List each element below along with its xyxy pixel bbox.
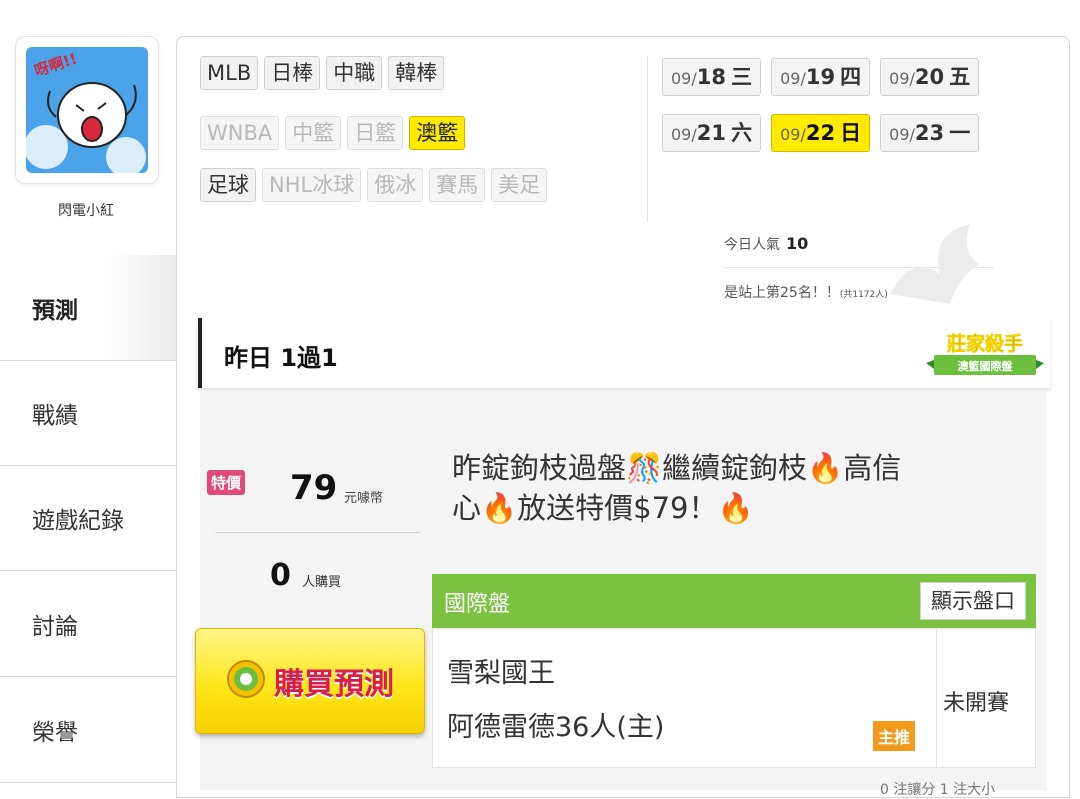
handicap-title: 國際盤 xyxy=(444,592,511,617)
match-row: 雪梨國王 阿德雷德36人(主) 主推 未開賽 xyxy=(432,628,1036,768)
user-name: 閃電小紅 xyxy=(58,203,114,219)
filter-divider xyxy=(647,56,648,222)
sidebar-item-predict[interactable]: 預測 xyxy=(0,255,178,361)
league-khl[interactable]: 俄冰 xyxy=(367,168,424,202)
sidebar-item-honor[interactable]: 榮譽 xyxy=(0,677,178,783)
popularity-today: 今日人氣 10 xyxy=(724,234,809,253)
yesterday-text: 昨日 1過1 xyxy=(224,344,338,372)
avatar-card[interactable]: 呀啊!! xyxy=(15,36,159,184)
league-soccer[interactable]: 足球 xyxy=(200,168,256,202)
home-team: 阿德雷德36人(主) xyxy=(447,712,665,743)
league-cba[interactable]: 中籃 xyxy=(285,116,342,150)
league-horse[interactable]: 賽馬 xyxy=(429,168,486,202)
date-0918[interactable]: 09/18 三 xyxy=(662,58,762,96)
sidebar-item-label: 戰績 xyxy=(32,403,78,429)
bet-summary: 0 注讓分 1 注大小 xyxy=(880,782,996,798)
sidebar-item-discussion[interactable]: 討論 xyxy=(0,571,178,677)
fire-icon: 🔥 xyxy=(481,491,518,525)
league-nfl[interactable]: 美足 xyxy=(491,168,548,202)
league-nhl[interactable]: NHL冰球 xyxy=(262,168,362,202)
sidebar-item-label: 討論 xyxy=(32,613,78,640)
league-row-1: MLB 日棒 中職 韓棒 xyxy=(200,56,445,90)
buyers-label: 人購買 xyxy=(302,575,342,590)
avatar: 呀啊!! xyxy=(26,47,148,173)
league-row-2: WNBA 中籃 日籃 澳籃 xyxy=(200,116,466,150)
sidebar: 預測 戰績 遊戲紀錄 討論 榮譽 xyxy=(0,255,178,789)
league-jbl[interactable]: 日籃 xyxy=(347,116,404,150)
price-value: 79 xyxy=(290,468,338,508)
date-0921[interactable]: 09/21 六 xyxy=(662,114,762,152)
match-status: 未開賽 xyxy=(943,691,1010,716)
special-price-tag: 特價 xyxy=(207,470,246,495)
league-npb[interactable]: 日棒 xyxy=(264,56,321,90)
date-row-1: 09/18 三 09/19 四 09/20 五 xyxy=(662,58,980,96)
sidebar-item-label: 預測 xyxy=(32,297,78,324)
fire-icon: 🔥 xyxy=(717,491,754,525)
match-divider xyxy=(936,629,937,767)
league-wnba[interactable]: WNBA xyxy=(200,116,280,150)
show-odds-button[interactable]: 顯示盤口 xyxy=(920,582,1026,620)
svg-text:澳籃國際盤: 澳籃國際盤 xyxy=(958,359,1014,373)
party-popper-icon: 🎊 xyxy=(626,451,663,485)
league-cpbl[interactable]: 中職 xyxy=(326,56,383,90)
fire-icon: 🔥 xyxy=(807,451,844,485)
decoration-icon xyxy=(880,214,1000,318)
coin-icon xyxy=(226,659,266,703)
buy-button-label: 購買預測 xyxy=(274,667,394,702)
away-team: 雪梨國王 xyxy=(447,658,555,689)
date-0920[interactable]: 09/20 五 xyxy=(880,58,980,96)
price-divider xyxy=(215,532,420,533)
svg-text:莊家殺手: 莊家殺手 xyxy=(947,332,1023,355)
handicap-header: 國際盤 顯示盤口 xyxy=(432,574,1036,628)
sidebar-item-record[interactable]: 戰績 xyxy=(0,361,178,466)
sidebar-item-label: 榮譽 xyxy=(32,719,78,746)
date-0922[interactable]: 09/22 日 xyxy=(771,114,871,152)
sidebar-item-label: 遊戲紀錄 xyxy=(32,508,124,534)
prediction-description: 昨錠鉤枝過盤🎊繼續錠鉤枝🔥高信 心🔥放送特價$79！🔥 xyxy=(452,451,902,525)
date-row-2: 09/21 六 09/22 日 09/23 一 xyxy=(662,114,980,152)
league-row-3: 足球 NHL冰球 俄冰 賽馬 美足 xyxy=(200,168,548,202)
buy-prediction-button[interactable]: 購買預測 xyxy=(195,628,425,734)
main-pick-tag: 主推 xyxy=(873,721,916,751)
popularity-rank: 是站上第25名！！(共1172人) xyxy=(724,285,888,301)
bookmaker-killer-badge: 澳籃國際盤 莊家殺手 xyxy=(920,325,1050,385)
sidebar-item-game-log[interactable]: 遊戲紀錄 xyxy=(0,466,178,571)
league-kbo[interactable]: 韓棒 xyxy=(388,56,445,90)
buyers-count: 0 xyxy=(270,558,291,593)
league-nbl[interactable]: 澳籃 xyxy=(409,116,466,150)
price-unit: 元噱幣 xyxy=(344,491,384,506)
league-mlb[interactable]: MLB xyxy=(200,56,259,90)
date-0919[interactable]: 09/19 四 xyxy=(771,58,871,96)
date-0923[interactable]: 09/23 一 xyxy=(880,114,980,152)
